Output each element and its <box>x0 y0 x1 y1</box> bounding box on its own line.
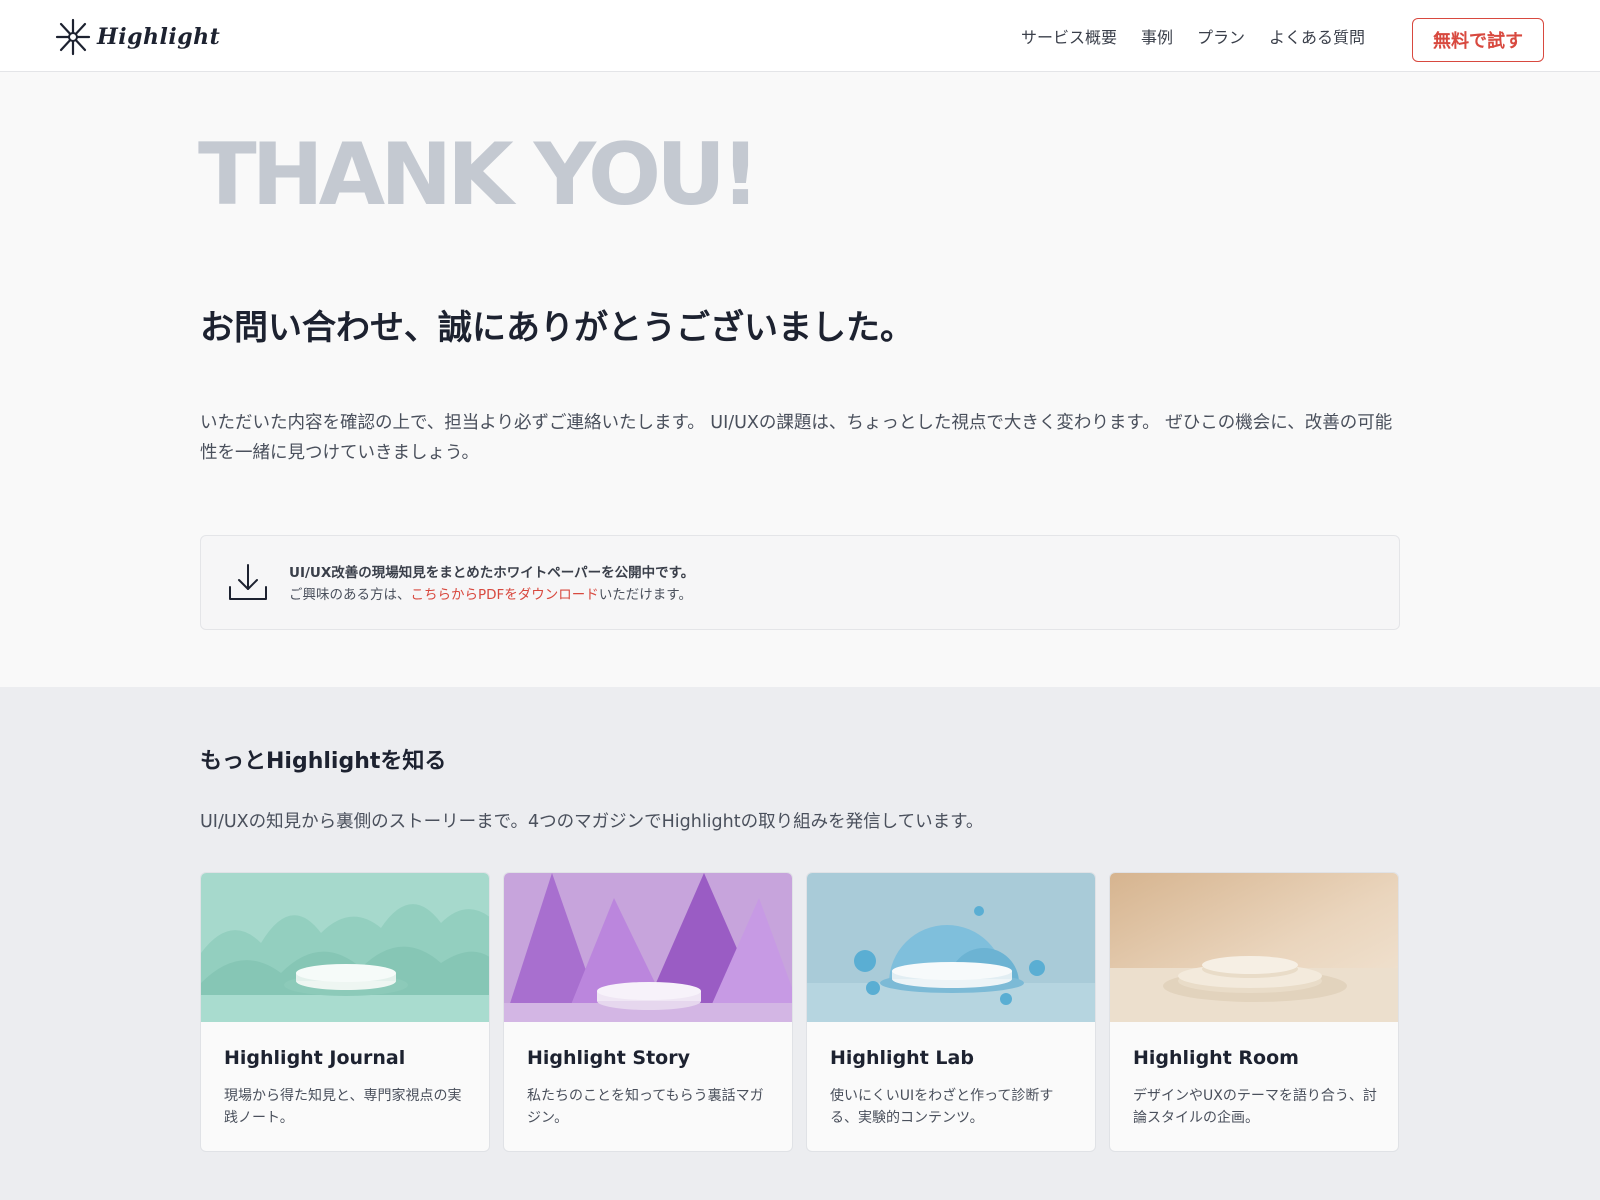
nav-plans[interactable]: プラン <box>1197 24 1245 48</box>
notice-text-after: いただけます。 <box>598 587 692 603</box>
card-title: Highlight Room <box>1133 1047 1299 1069</box>
card-highlight-story[interactable]: Highlight Story 私たちのことを知ってもらう裏話マガジン。 <box>503 872 793 1152</box>
free-trial-button[interactable]: 無料で試す <box>1412 18 1544 62</box>
card-image-room <box>1110 873 1398 1022</box>
whitepaper-notice: UI/UX改善の現場知見をまとめたホワイトペーパーを公開中です。 ご興味のある方… <box>200 535 1400 630</box>
card-desc: 私たちのことを知ってもらう裏話マガジン。 <box>527 1088 764 1126</box>
logo[interactable]: Highlight <box>55 18 220 56</box>
logo-text: Highlight <box>97 24 221 50</box>
card-desc: デザインやUXのテーマを語り合う、討論スタイルの企画。 <box>1133 1088 1377 1126</box>
hero-title: THANK YOU! <box>198 125 760 225</box>
notice-title: UI/UX改善の現場知見をまとめたホワイトペーパーを公開中です。 <box>289 565 695 581</box>
more-heading: もっとHighlightを知る <box>200 749 447 774</box>
notice-text: ご興味のある方は、こちらからPDFをダウンロードいただけます。 <box>289 583 692 603</box>
card-image-journal <box>201 873 489 1022</box>
card-desc: 使いにくいUIをわざと作って診断する、実験的コンテンツ。 <box>830 1088 1054 1126</box>
site-header: Highlight サービス概要 事例 プラン よくある質問 無料で試す <box>0 0 1600 72</box>
notice-text-before: ご興味のある方は、 <box>289 587 411 603</box>
magazine-cards: Highlight Journal 現場から得た知見と、専門家視点の実践ノート。… <box>200 872 1400 1152</box>
card-image-story <box>504 873 792 1022</box>
card-highlight-room[interactable]: Highlight Room デザインやUXのテーマを語り合う、討論スタイルの企… <box>1109 872 1399 1152</box>
nav-faq[interactable]: よくある質問 <box>1269 24 1365 48</box>
thanks-heading: お問い合わせ、誠にありがとうございました。 <box>200 308 914 348</box>
card-title: Highlight Journal <box>224 1047 406 1069</box>
nav-service-overview[interactable]: サービス概要 <box>1021 24 1117 48</box>
card-desc: 現場から得た知見と、専門家視点の実践ノート。 <box>224 1088 462 1126</box>
card-highlight-journal[interactable]: Highlight Journal 現場から得た知見と、専門家視点の実践ノート。 <box>200 872 490 1152</box>
card-title: Highlight Story <box>527 1047 690 1069</box>
logo-star-icon <box>55 18 91 56</box>
card-title: Highlight Lab <box>830 1047 974 1069</box>
download-icon <box>229 564 267 600</box>
nav-case-studies[interactable]: 事例 <box>1141 24 1173 48</box>
thanks-body: いただいた内容を確認の上で、担当より必ずご連絡いたします。 UI/UXの課題は、… <box>200 413 1393 463</box>
pdf-download-link[interactable]: こちらからPDFをダウンロード <box>411 587 599 603</box>
card-image-lab <box>807 873 1095 1022</box>
card-highlight-lab[interactable]: Highlight Lab 使いにくいUIをわざと作って診断する、実験的コンテン… <box>806 872 1096 1152</box>
main-nav: サービス概要 事例 プラン よくある質問 <box>1021 0 1365 72</box>
more-lead: UI/UXの知見から裏側のストーリーまで。4つのマガジンでHighlightの取… <box>200 812 984 832</box>
more-section: もっとHighlightを知る UI/UXの知見から裏側のストーリーまで。4つの… <box>0 687 1600 1200</box>
thank-you-section: THANK YOU! お問い合わせ、誠にありがとうございました。 いただいた内容… <box>0 72 1600 687</box>
